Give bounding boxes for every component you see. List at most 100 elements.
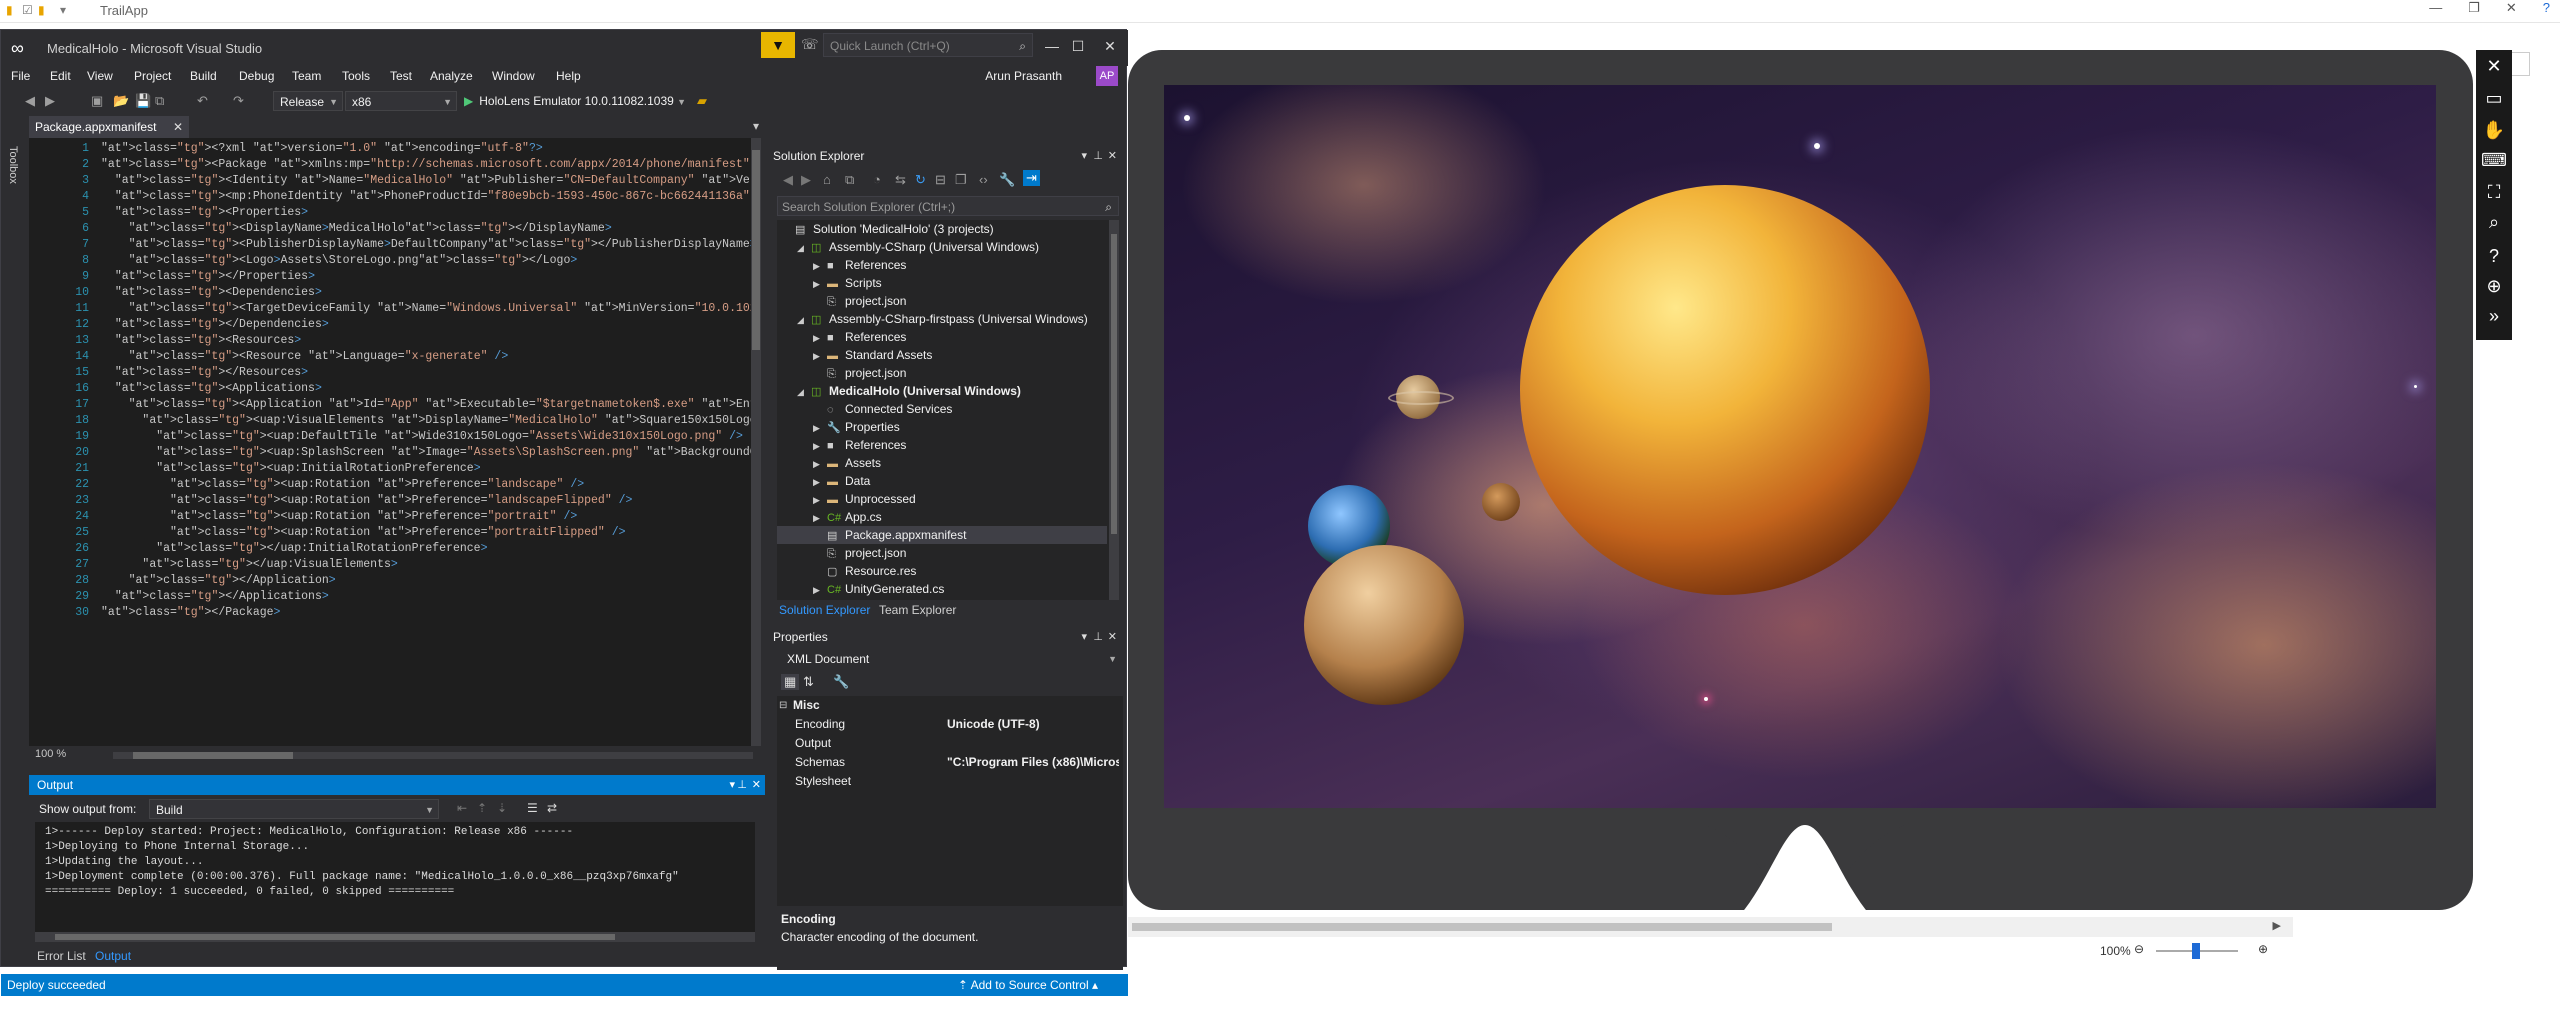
collapse-icon[interactable]: ◢ (797, 311, 811, 329)
expand-icon[interactable]: ▶ (813, 509, 827, 527)
preview-selected-icon[interactable]: ⇥ (1023, 170, 1040, 186)
tab-error-list[interactable]: Error List (37, 949, 86, 963)
clear-all-icon[interactable]: ☰ (527, 801, 538, 815)
tree-item[interactable]: ◢ ◫ Assembly-CSharp (Universal Windows) (777, 238, 1107, 256)
expand-icon[interactable]: ▶ (813, 437, 827, 455)
menu-file[interactable]: File (11, 69, 30, 83)
expand-icon[interactable]: ▶ (813, 275, 827, 293)
dropdown-icon[interactable]: ▾ (1081, 146, 1087, 166)
menu-help[interactable]: Help (556, 69, 581, 83)
previous-message-icon[interactable]: ⇡ (477, 801, 487, 815)
expand-icon[interactable]: ▶ (813, 581, 827, 599)
pin-icon[interactable]: ⊥ (1093, 146, 1103, 166)
expand-icon[interactable]: ▶ (813, 455, 827, 473)
network-icon[interactable]: ⊕ (2476, 276, 2512, 297)
show-all-files-icon[interactable]: ❐ (955, 172, 967, 188)
solution-explorer-search[interactable]: Search Solution Explorer (Ctrl+;) ⌕ (777, 196, 1119, 216)
tree-item[interactable]: ◢ ◫ MedicalHolo (Universal Windows) (777, 382, 1107, 400)
run-target-button[interactable]: ▶ HoloLens Emulator 10.0.11082.1039 ▼ (464, 91, 686, 111)
notification-filter-icon[interactable]: ▼ (761, 32, 795, 58)
property-value[interactable]: "C:\Program Files (x86)\Microsc (947, 753, 1119, 772)
emulator-horizontal-scrollbar[interactable]: ▶ (1128, 917, 2293, 937)
expand-icon[interactable]: ▶ (813, 419, 827, 437)
tree-item[interactable]: ▶ ▬ Unprocessed (777, 490, 1107, 508)
property-row[interactable]: Output (777, 734, 1123, 753)
menu-test[interactable]: Test (390, 69, 412, 83)
close-button[interactable]: ✕ (1095, 34, 1125, 58)
user-name[interactable]: Arun Prasanth (985, 69, 1062, 83)
find-message-icon[interactable]: ⇤ (457, 801, 467, 815)
editor-vertical-scrollbar[interactable] (751, 138, 761, 746)
collapse-icon[interactable]: ◢ (797, 383, 811, 401)
tree-item[interactable]: ▶ ■ References (777, 436, 1107, 454)
help-icon[interactable]: ? (2476, 246, 2512, 267)
expand-icon[interactable]: ▶ (813, 491, 827, 509)
properties-wrench-icon[interactable]: 🔧 (999, 172, 1015, 188)
close-icon[interactable]: ✕ (2476, 56, 2512, 77)
expand-icon[interactable]: ▶ (813, 329, 827, 347)
menu-debug[interactable]: Debug (239, 69, 274, 83)
tree-item[interactable]: ▤ Package.appxmanifest (777, 526, 1107, 544)
property-value[interactable]: Unicode (UTF-8) (947, 715, 1119, 734)
save-icon[interactable]: 💾 (135, 93, 151, 109)
zoom-slider-thumb[interactable] (2192, 943, 2200, 959)
tree-item[interactable]: ▶ C# UnityGenerated.cs (777, 580, 1107, 598)
scroll-right-icon[interactable]: ▶ (2273, 919, 2281, 932)
category-misc[interactable]: ⊟ Misc (777, 696, 1123, 715)
menu-analyze[interactable]: Analyze (430, 69, 473, 83)
tree-item[interactable]: ⎘ project.json (777, 544, 1107, 562)
add-to-source-control-button[interactable]: ⇡ Add to Source Control ▴ (958, 974, 1098, 996)
solution-configuration-select[interactable]: Release ▼ (273, 91, 343, 111)
back-icon[interactable]: ◀ (25, 93, 35, 109)
tree-item[interactable]: ▶ ▬ Scripts (777, 274, 1107, 292)
tree-item[interactable]: ◢ ◫ Assembly-CSharp-firstpass (Universal W… (777, 310, 1107, 328)
forward-icon[interactable]: ▶ (45, 93, 55, 109)
pin-icon[interactable]: ⊥ (737, 775, 747, 795)
open-file-icon[interactable]: 📂 (113, 93, 129, 109)
alphabetical-icon[interactable]: ⇅ (803, 674, 814, 690)
expand-icon[interactable]: ▶ (813, 347, 827, 365)
minimize-icon[interactable]: — (2429, 0, 2442, 22)
output-text[interactable]: 1>------ Deploy started: Project: Medica… (35, 822, 755, 932)
tree-item[interactable]: ⎘ project.json (777, 292, 1107, 310)
toolbox-tab[interactable]: Toolbox (7, 146, 19, 184)
tree-item[interactable]: ⎘ project.json (777, 364, 1107, 382)
planet-jupiter[interactable] (1520, 185, 1930, 595)
dropdown-icon[interactable]: ▾ (753, 119, 759, 133)
tree-item[interactable]: ▶ ■ References (777, 256, 1107, 274)
maximize-icon[interactable]: ❐ (2468, 0, 2480, 22)
tree-item[interactable]: ◌ Connected Services (777, 400, 1107, 418)
forward-icon[interactable]: ▶ (801, 172, 811, 188)
scroll-thumb[interactable] (1111, 234, 1117, 534)
solution-platform-select[interactable]: x86 ▼ (345, 91, 457, 111)
new-project-icon[interactable]: ▣ (91, 93, 103, 109)
scroll-thumb[interactable] (133, 752, 293, 759)
sync-icon[interactable]: ⇆ (895, 172, 906, 188)
save-all-icon[interactable]: ⧉ (155, 93, 164, 109)
close-icon[interactable]: ✕ (2506, 0, 2517, 22)
tab-team-explorer[interactable]: Team Explorer (879, 603, 956, 617)
tree-item[interactable]: ▶ ▬ Standard Assets (777, 346, 1107, 364)
property-row[interactable]: Encoding Unicode (UTF-8) (777, 715, 1123, 734)
avatar[interactable]: AP (1096, 66, 1118, 86)
scroll-thumb[interactable] (1132, 923, 1832, 931)
expand-icon[interactable]: ▶ (813, 473, 827, 491)
close-icon[interactable]: ✕ (1108, 627, 1117, 647)
tree-item[interactable]: ▶ ▬ Assets (777, 454, 1107, 472)
code-editor[interactable]: 1 2 3 4 5 6 7 8 9 10 11 12 13 14 15 16 17 18 19 20 21 22 23 24 2… (29, 138, 761, 746)
zoom-level-select[interactable]: 100 % (35, 748, 66, 760)
pending-changes-icon[interactable]: ◔ (873, 172, 881, 187)
menu-build[interactable]: Build (190, 69, 217, 83)
redo-icon[interactable]: ↷ (233, 93, 244, 109)
scroll-thumb[interactable] (752, 150, 760, 350)
collapse-icon[interactable]: ◢ (797, 239, 811, 257)
tree-item[interactable]: ▢ Resource.res (777, 562, 1107, 580)
browse-icon[interactable]: ▰ (697, 93, 707, 109)
zoom-icon[interactable]: ⌕ (2476, 212, 2512, 233)
hand-icon[interactable]: ✋ (2476, 120, 2512, 141)
scroll-thumb[interactable] (55, 934, 615, 940)
zoom-out-icon[interactable]: ⊖ (2134, 942, 2144, 956)
feedback-icon[interactable]: ☏ (801, 36, 819, 53)
keyboard-icon[interactable]: ⌨ (2476, 150, 2512, 171)
fit-screen-icon[interactable]: ⛶ (2476, 182, 2512, 203)
